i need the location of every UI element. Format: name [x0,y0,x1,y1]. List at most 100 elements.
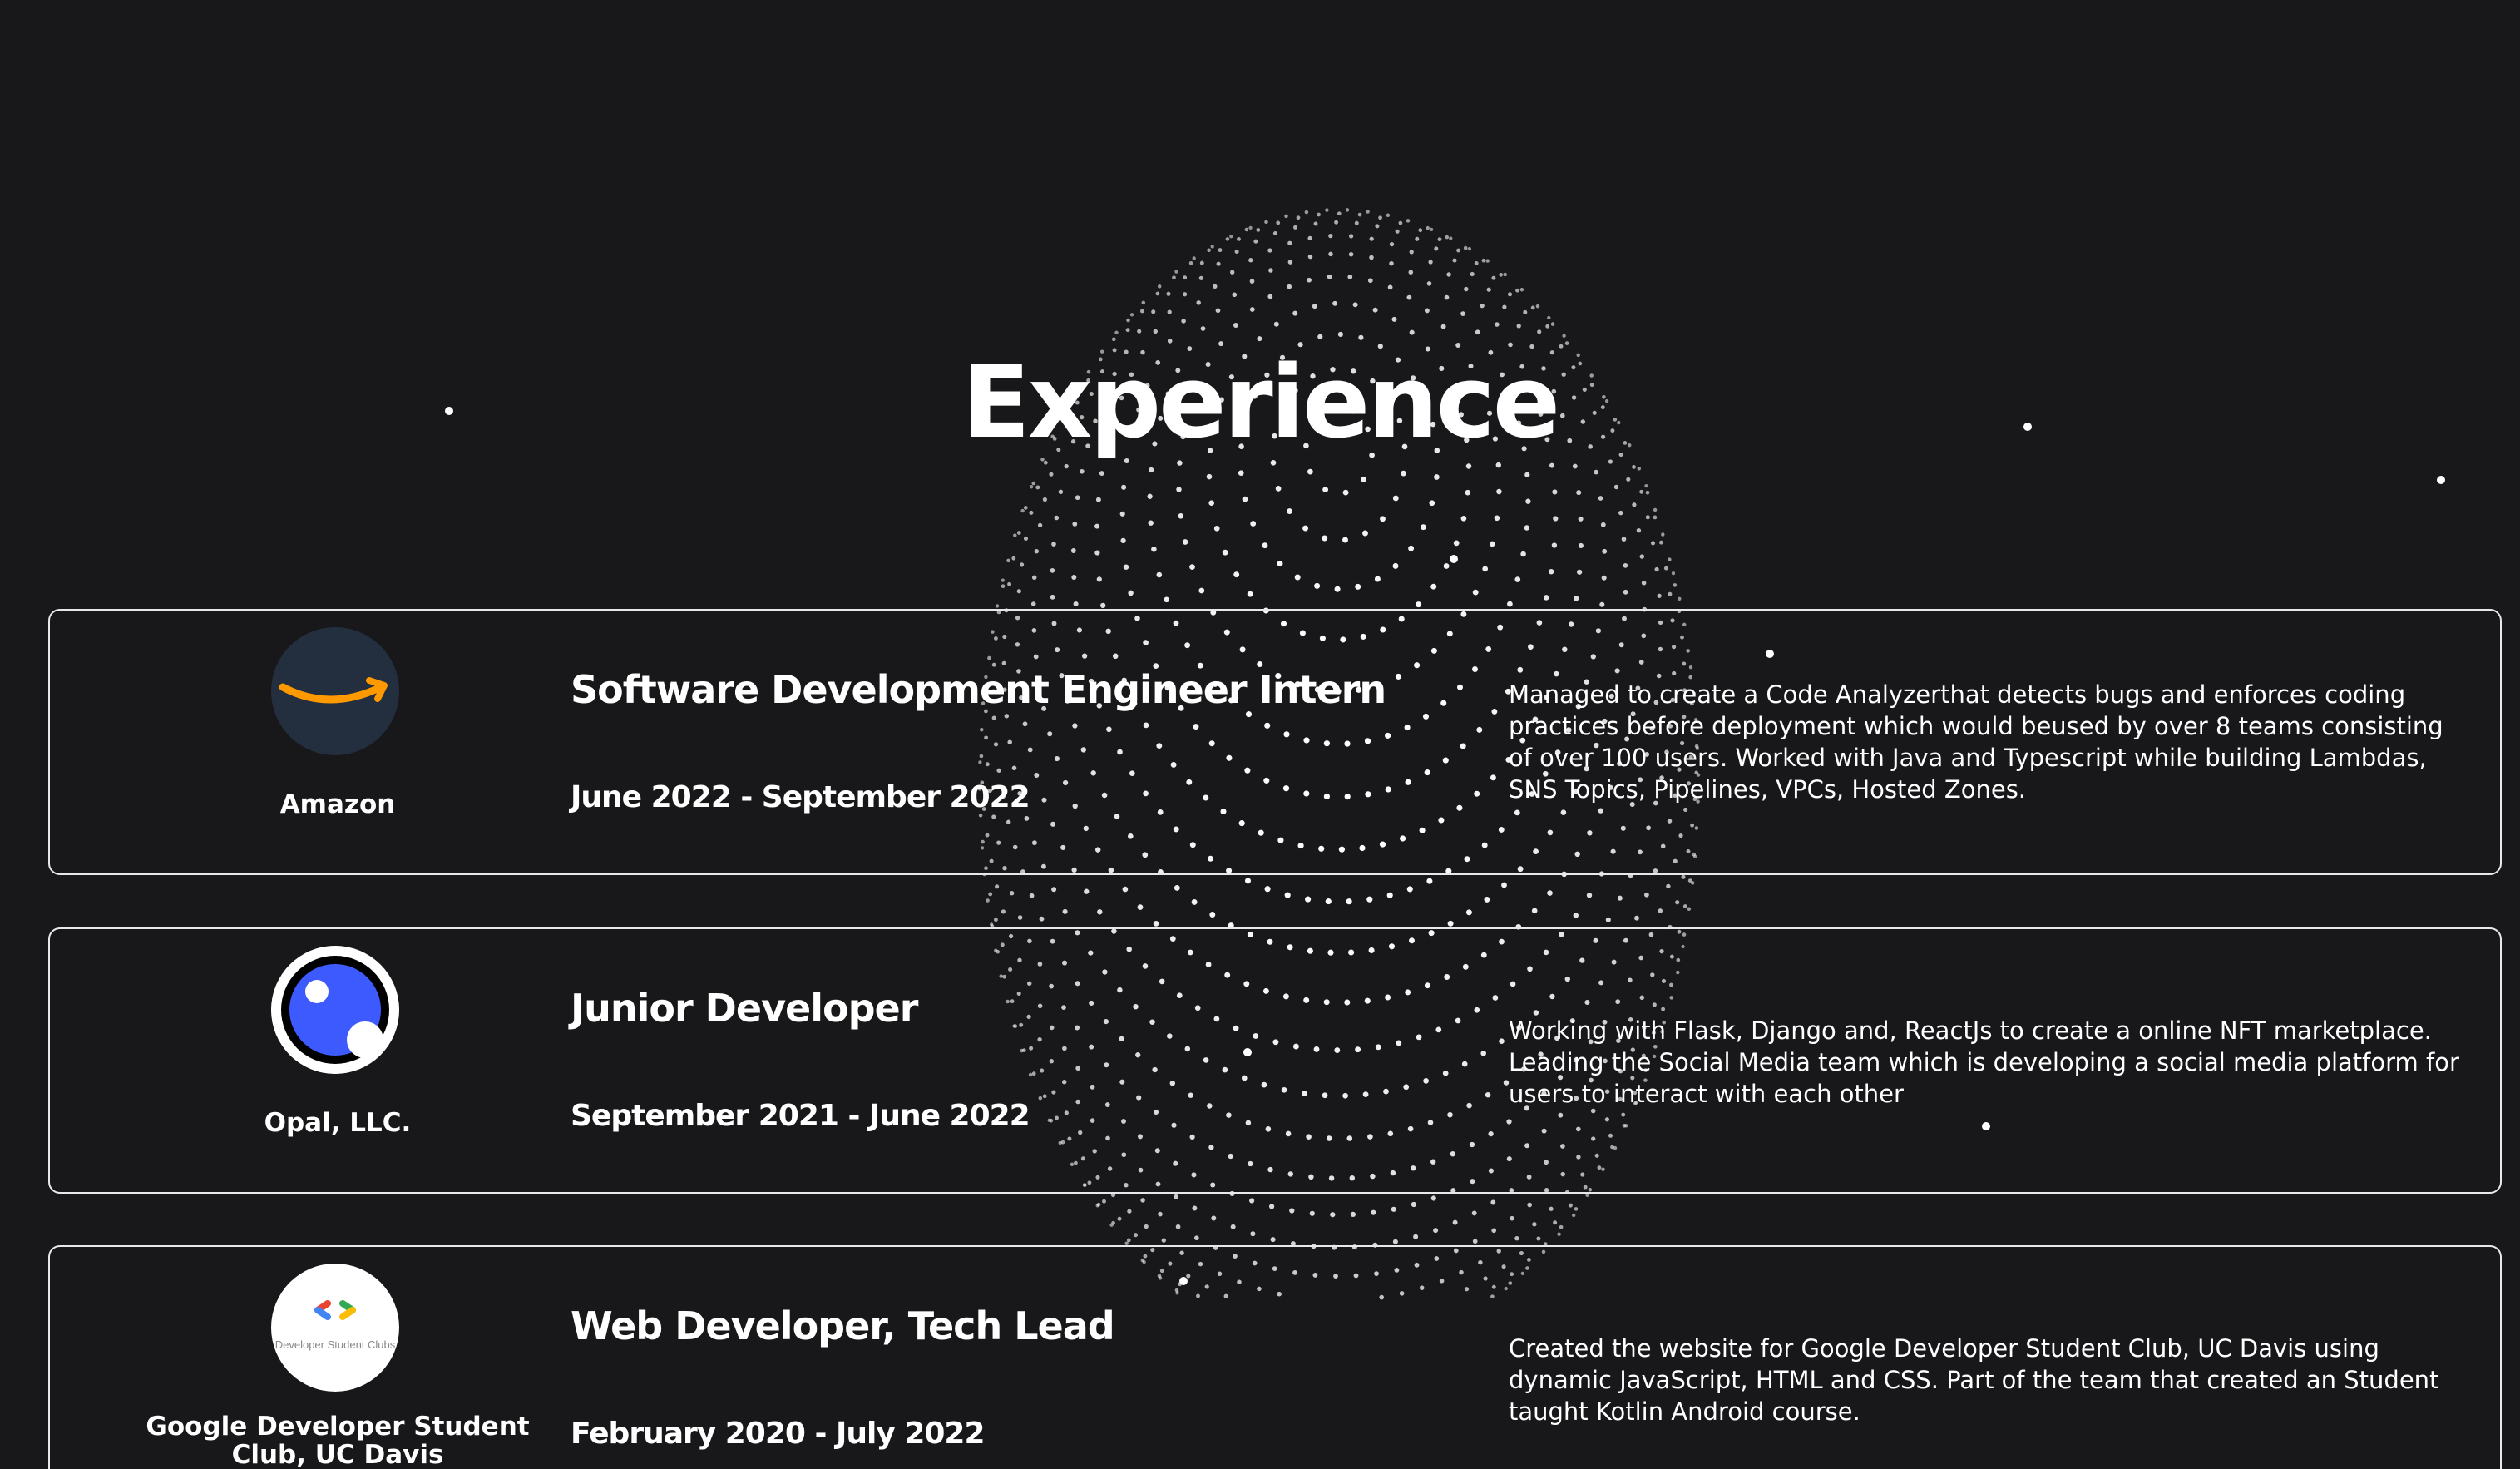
globe-dot [1232,292,1238,298]
globe-dot [1051,887,1057,893]
globe-dot [1218,248,1223,253]
globe-dot [1189,564,1195,570]
globe-dot [1342,489,1349,496]
globe-dot [1617,895,1623,901]
globe-dot [1249,307,1255,312]
page-title: Experience [961,345,1560,462]
globe-dot [1287,260,1293,265]
globe-dot [1553,516,1559,522]
star-dot [2437,476,2445,484]
globe-dot [1325,208,1329,212]
globe-dot [1453,540,1460,547]
globe-dot [1307,468,1313,475]
globe-dot [1366,896,1373,903]
globe-dot [1314,582,1321,589]
globe-dot [1446,272,1451,277]
globe-dot [1137,329,1142,334]
globe-dot [1284,892,1291,898]
globe-dot [1586,893,1593,898]
globe-dot [1294,574,1301,581]
globe-dot [1178,513,1184,519]
globe-dot [1287,508,1292,515]
globe-dot [1161,1238,1166,1243]
globe-dot [1653,507,1658,512]
globe-dot [1369,236,1374,241]
globe-dot [1389,241,1395,247]
globe-dot [1502,304,1507,309]
globe-dot [1644,483,1648,488]
globe-dot [1357,212,1362,217]
globe-dot [1472,1239,1478,1244]
globe-dot [1064,463,1069,469]
globe-dot [1464,286,1469,292]
globe-dot [1549,1206,1554,1211]
globe-dot [1211,1215,1217,1221]
globe-dot [1514,576,1521,582]
globe-dot [1386,213,1391,218]
globe-dot [1447,920,1454,927]
globe-dot [1177,460,1183,466]
globe-dot [1495,462,1501,468]
globe-dot [1480,303,1485,309]
globe-dot [1510,1215,1514,1221]
job-description: Working with Flask, Django and, ReactJs … [1509,1016,2459,1108]
globe-dot [1157,284,1162,289]
globe-dot [1523,309,1528,314]
globe-dot [1233,323,1238,328]
globe-dot [1111,337,1116,342]
globe-dot [1650,541,1656,546]
globe-dot [1537,329,1542,334]
globe-dot [1482,566,1489,572]
globe-dot [1434,474,1440,480]
globe-dot [1158,1211,1163,1217]
globe-dot [1678,596,1682,601]
globe-dot [1011,556,1016,561]
globe-dot [1602,548,1608,554]
globe-dot [1317,212,1321,217]
globe-dot [1144,1224,1149,1229]
globe-dot [1681,874,1686,879]
globe-dot [1374,576,1381,582]
globe-dot [1623,563,1628,568]
globe-dot [1452,258,1457,263]
globe-dot [1337,331,1343,337]
globe-dot [1206,473,1213,480]
globe-dot [1020,508,1025,513]
globe-dot [1668,557,1672,561]
globe-dot [1151,546,1157,552]
globe-dot [1578,516,1584,522]
globe-dot [1016,589,1021,594]
globe-dot [1653,515,1658,520]
globe-dot [1460,311,1465,316]
globe-dot [1080,468,1085,474]
company-name: Google Developer Student Club, UC Davis [146,1412,530,1469]
job-title: Software Development Engineer Intern [571,667,1386,712]
globe-dot [1547,315,1551,320]
globe-dot [1559,1224,1564,1229]
globe-dot [1654,566,1659,572]
globe-dot [1342,537,1348,543]
globe-dot [1035,485,1040,490]
globe-dot [1420,524,1426,531]
globe-dot [1658,908,1663,913]
globe-dot [1215,308,1221,314]
job-dates: September 2021 - June 2022 [571,1099,1030,1133]
globe-dot [1392,562,1399,569]
globe-dot [1029,893,1035,898]
globe-dot [1372,307,1378,313]
globe-dot [1097,909,1103,915]
globe-dot [1121,484,1127,490]
globe-dot [1574,596,1579,601]
globe-dot [1543,595,1549,601]
globe-dot [1305,896,1312,903]
globe-dot [1527,1202,1532,1208]
globe-dot [1292,310,1298,316]
globe-dot [1167,309,1172,314]
globe-dot [1520,551,1526,557]
globe-dot [1600,522,1606,527]
globe-dot [1137,904,1144,910]
globe-dot [1387,284,1393,290]
globe-dot [1636,528,1642,533]
globe-dot [1023,536,1029,541]
globe-dot [1475,329,1480,335]
